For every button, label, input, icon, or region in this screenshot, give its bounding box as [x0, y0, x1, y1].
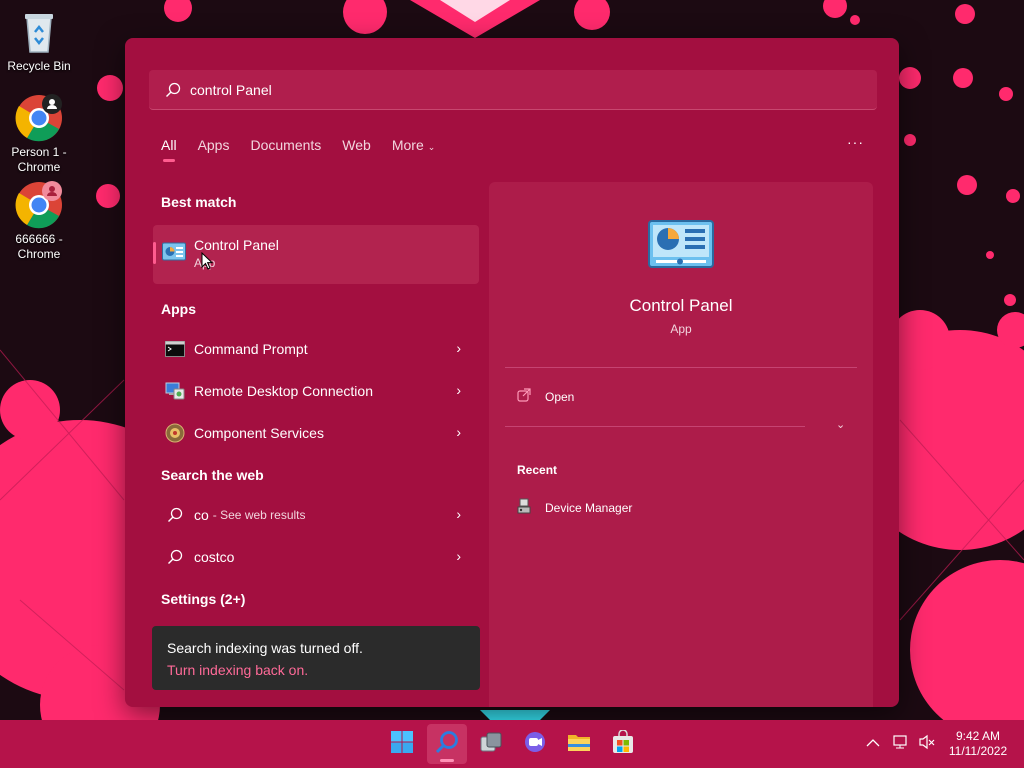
store-icon	[611, 728, 635, 759]
web-result-suffix: - See web results	[212, 508, 306, 522]
result-label: Remote Desktop Connection	[194, 383, 373, 399]
volume-button[interactable]	[918, 720, 936, 768]
command-prompt-icon	[164, 338, 186, 360]
chrome-icon	[15, 181, 63, 229]
result-label: Command Prompt	[194, 341, 308, 357]
device-manager-icon	[517, 498, 531, 517]
store-button[interactable]	[603, 724, 643, 764]
chat-icon	[523, 730, 547, 759]
start-button[interactable]	[382, 724, 422, 764]
desktop-icon-label: Person 1 - Chrome	[11, 145, 67, 174]
desktop-icon-label: 666666 - Chrome	[15, 232, 63, 261]
chevron-up-icon	[866, 735, 880, 753]
desktop-icon-666666-chrome[interactable]: 666666 - Chrome	[2, 181, 76, 262]
component-services-icon	[164, 422, 186, 444]
best-match-item[interactable]: Control Panel App	[153, 225, 479, 284]
search-icon	[165, 82, 181, 103]
turn-indexing-on-link[interactable]: Turn indexing back on.	[167, 662, 308, 678]
tab-documents[interactable]: Documents	[250, 137, 321, 153]
search-query: control Panel	[190, 82, 272, 98]
taskbar: 9:42 AM 11/11/2022	[0, 720, 1024, 768]
network-status-button[interactable]	[893, 720, 911, 768]
taskbar-search-button[interactable]	[427, 724, 467, 764]
preview-pane: Control Panel App Open ⌄ Recent Device M…	[489, 182, 873, 707]
show-hidden-icons-button[interactable]	[866, 720, 880, 768]
recent-item-device-manager[interactable]: Device Manager	[517, 498, 632, 517]
tab-more-label: More	[391, 137, 424, 153]
result-remote-desktop[interactable]: Remote Desktop Connection ›	[153, 373, 479, 409]
recycle-bin-icon	[15, 8, 63, 56]
web-result-term: co	[194, 507, 209, 523]
best-match-name: Control Panel	[194, 237, 279, 253]
best-match-heading: Best match	[161, 194, 237, 210]
result-component-services[interactable]: Component Services ›	[153, 415, 479, 451]
chevron-right-icon[interactable]: ›	[456, 382, 461, 398]
chevron-right-icon[interactable]: ›	[456, 506, 461, 522]
result-label: Component Services	[194, 425, 324, 441]
web-result-costco[interactable]: costco ›	[153, 539, 479, 575]
apps-heading: Apps	[161, 301, 196, 317]
file-explorer-button[interactable]	[559, 724, 599, 764]
search-filter-tabs: All Apps Documents Web More ⌄	[161, 137, 456, 162]
settings-heading[interactable]: Settings (2+)	[161, 591, 245, 607]
web-result-term: costco	[194, 549, 235, 565]
chevron-right-icon[interactable]: ›	[456, 424, 461, 440]
open-button[interactable]: Open	[517, 388, 574, 405]
tab-web[interactable]: Web	[342, 137, 371, 153]
taskbar-clock[interactable]: 9:42 AM 11/11/2022	[946, 729, 1010, 759]
search-icon	[164, 504, 186, 526]
web-result-co[interactable]: co - See web results ›	[153, 497, 479, 533]
preview-app-kind: App	[670, 322, 692, 336]
task-view-button[interactable]	[471, 724, 511, 764]
chrome-icon	[15, 94, 63, 142]
divider	[505, 426, 805, 427]
tab-apps[interactable]: Apps	[198, 137, 230, 153]
clock-time: 9:42 AM	[955, 729, 1001, 743]
speaker-muted-icon	[918, 734, 936, 755]
chevron-down-icon: ⌄	[427, 142, 436, 152]
clock-date: 11/11/2022	[948, 744, 1008, 758]
search-icon	[435, 730, 459, 759]
remote-desktop-icon	[164, 380, 186, 402]
chevron-right-icon[interactable]: ›	[456, 340, 461, 356]
recent-heading: Recent	[517, 463, 558, 477]
tab-more[interactable]: More ⌄	[392, 137, 435, 153]
chat-button[interactable]	[515, 724, 555, 764]
expand-chevron-icon[interactable]: ⌄	[836, 418, 845, 431]
mouse-cursor-icon	[201, 251, 214, 275]
indexing-notice: Search indexing was turned off. Turn ind…	[152, 626, 480, 690]
task-view-icon	[479, 730, 503, 759]
windows-logo-icon	[390, 730, 414, 759]
desktop-icon-person1-chrome[interactable]: Person 1 - Chrome	[2, 94, 76, 175]
open-label: Open	[545, 389, 575, 404]
search-icon	[164, 546, 186, 568]
search-input[interactable]: control Panel	[149, 70, 877, 110]
search-web-heading: Search the web	[161, 467, 264, 483]
recent-item-label: Device Manager	[545, 500, 633, 515]
desktop-icon-recycle-bin[interactable]: Recycle Bin	[2, 8, 76, 74]
result-command-prompt[interactable]: Command Prompt ›	[153, 331, 479, 367]
tab-all[interactable]: All	[161, 137, 177, 162]
chevron-right-icon[interactable]: ›	[456, 548, 461, 564]
open-external-icon	[517, 388, 531, 405]
divider	[505, 367, 857, 368]
desktop-icon-label: Recycle Bin	[7, 59, 71, 73]
network-disconnected-icon	[893, 734, 911, 755]
folder-icon	[567, 731, 591, 758]
search-panel: control Panel All Apps Documents Web Mor…	[125, 38, 899, 707]
more-options-button[interactable]: ···	[847, 134, 864, 150]
control-panel-icon	[162, 242, 186, 267]
control-panel-icon	[648, 220, 714, 275]
preview-app-name: Control Panel	[629, 296, 733, 315]
indexing-notice-message: Search indexing was turned off.	[167, 640, 363, 656]
